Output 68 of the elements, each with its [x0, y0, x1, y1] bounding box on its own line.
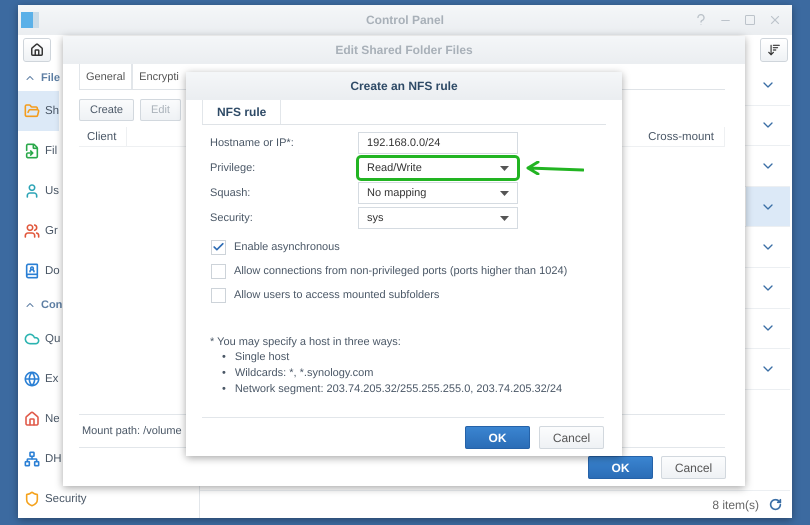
sort-icon: [767, 43, 781, 57]
app-logo-icon: [20, 10, 40, 30]
file-icon: [24, 143, 40, 159]
toolbar-button[interactable]: Create: [79, 99, 134, 121]
cloud-icon: [24, 331, 40, 347]
field-label: Squash:: [210, 187, 252, 199]
item-count: 8 item(s): [712, 498, 759, 512]
hint-item: Wildcards: *, *.synology.com: [234, 367, 374, 380]
network-icon: [24, 451, 40, 467]
sidebar-item[interactable]: Do: [18, 261, 60, 281]
section-header: File: [41, 72, 60, 84]
window-title: Edit Shared Folder Files: [335, 43, 473, 57]
dropdown-field[interactable]: Read/Write: [358, 157, 518, 179]
field-label: Hostname or IP*:: [210, 137, 295, 149]
hint-item: Network segment: 203.74.205.32/255.255.255.0, 203.74.205.32/24: [234, 383, 562, 396]
field-label: Privilege:: [210, 162, 256, 174]
globe-icon: [24, 371, 40, 387]
home-button[interactable]: [23, 38, 51, 62]
dropdown-field[interactable]: No mapping: [358, 182, 518, 204]
checkbox[interactable]: [211, 288, 226, 302]
ok-button[interactable]: OK: [588, 456, 653, 479]
sidebar-item[interactable]: Ex: [18, 369, 58, 389]
column-header: Client: [79, 127, 128, 146]
dialog-title: Create an NFS rule: [350, 79, 458, 93]
checkbox-label: Allow connections from non-privileged ports (ports higher than 1024): [234, 265, 568, 277]
directory-icon: [24, 263, 40, 279]
tab[interactable]: Encrypti: [132, 64, 179, 89]
bullet-mark: •: [222, 367, 226, 380]
sidebar-item[interactable]: Fil: [18, 141, 58, 161]
sidebar-item[interactable]: Sh: [18, 91, 60, 131]
user-icon: [24, 183, 40, 199]
dropdown-arrow-icon: [500, 166, 509, 170]
bullet-mark: •: [222, 383, 226, 396]
hint-text: * You may specify a host in three ways:: [210, 336, 402, 348]
folder-icon: [24, 103, 40, 119]
cancel-button[interactable]: Cancel: [661, 456, 726, 479]
mount-path: Mount path: /volume: [82, 425, 182, 437]
refresh-icon[interactable]: [769, 498, 782, 511]
section-header: Con: [41, 299, 62, 311]
tab[interactable]: General: [79, 64, 132, 89]
house-icon: [24, 411, 40, 427]
dropdown-arrow-icon: [500, 190, 509, 196]
sort-button[interactable]: [760, 38, 788, 62]
tab[interactable]: NFS rule: [202, 100, 282, 124]
group-icon: [24, 223, 40, 239]
sidebar-item[interactable]: Qu: [18, 329, 60, 349]
hint-item: Single host: [234, 351, 290, 364]
checkbox[interactable]: [211, 240, 226, 254]
sidebar-item[interactable]: Ne: [18, 409, 60, 429]
bullet-mark: •: [222, 351, 226, 364]
sidebar-item[interactable]: Security: [18, 489, 87, 509]
column-header: Cross-mount: [640, 127, 725, 146]
checkbox[interactable]: [211, 264, 226, 278]
pointer-arrow-drawing: [526, 161, 584, 175]
cancel-button[interactable]: Cancel: [539, 426, 604, 449]
field-label: Security:: [210, 212, 254, 224]
home-icon: [30, 43, 44, 57]
input-field[interactable]: 192.168.0.0/24: [358, 132, 518, 154]
dropdown-arrow-icon: [500, 216, 509, 220]
sidebar-item[interactable]: DH: [18, 449, 62, 469]
checkbox-label: Enable asynchronous: [234, 241, 340, 253]
checkbox-label: Allow users to access mounted subfolders: [234, 289, 440, 301]
ok-button[interactable]: OK: [465, 426, 530, 449]
shield-icon: [24, 491, 40, 507]
dropdown-field[interactable]: sys: [358, 207, 518, 229]
window-title: Control Panel: [366, 13, 444, 27]
sidebar-item[interactable]: Gr: [18, 221, 58, 241]
sidebar-item[interactable]: Us: [18, 181, 60, 201]
